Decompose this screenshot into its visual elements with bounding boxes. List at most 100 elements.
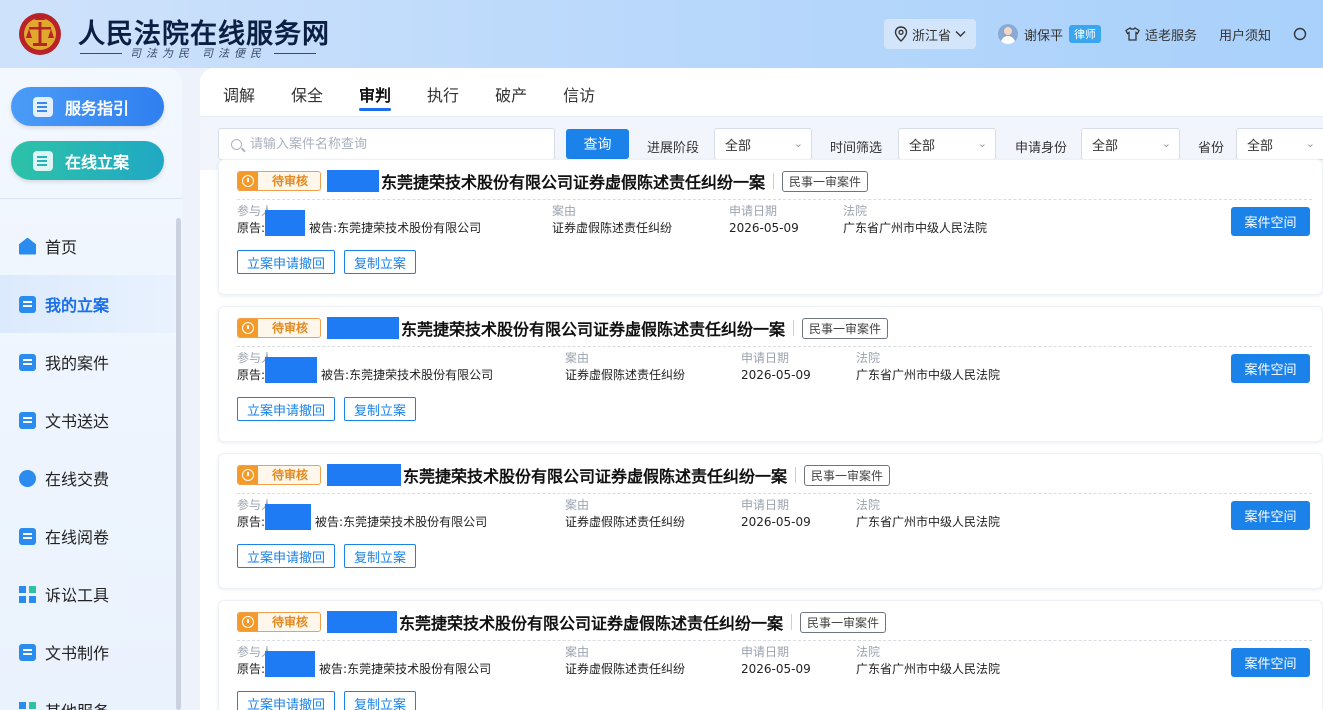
card-actions: 立案申请撤回 复制立案: [237, 250, 417, 274]
grid-icon: [19, 701, 36, 710]
plaintiff-label: 原告:: [237, 368, 266, 382]
sidebar-item-my-filings[interactable]: 我的立案: [0, 275, 176, 333]
copy-filing-button[interactable]: 复制立案: [344, 544, 417, 568]
redacted-plaintiff-block: [265, 651, 316, 677]
province-select[interactable]: 全部 ⌄: [1236, 128, 1323, 160]
search-icon: [231, 138, 242, 150]
case-title[interactable]: 东莞捷荣技术股份有限公司证券虚假陈述责任纠纷一案: [399, 610, 783, 634]
case-type-tabs: 调解 保全 审判 执行 破产 信访: [200, 68, 1323, 117]
redacted-name-block: [327, 170, 380, 192]
more-link[interactable]: [1293, 27, 1323, 41]
tab-execution[interactable]: 执行: [427, 68, 459, 117]
chevron-down-icon: ⌄: [1305, 137, 1315, 150]
court-value: 广东省广州市中级人民法院: [843, 221, 988, 235]
user-role-badge: 律师: [1068, 25, 1101, 43]
redacted-name-block: [327, 317, 400, 339]
redacted-name-block: [327, 611, 398, 633]
copy-filing-button[interactable]: 复制立案: [344, 250, 417, 274]
withdraw-filing-button[interactable]: 立案申请撤回: [237, 691, 336, 710]
cause-col: 案由 证券虚假陈述责任纠纷: [565, 645, 685, 677]
search-box: [218, 128, 555, 160]
search-input[interactable]: [250, 136, 540, 152]
top-header: 人民法院在线服务网 司法为民 司法便民 浙江省 谢保平 律师 适老服务 用户须知: [0, 0, 1323, 68]
sidebar-item-document-service[interactable]: 文书送达: [0, 391, 176, 449]
shirt-icon: [1125, 27, 1140, 41]
case-title[interactable]: 东莞捷荣技术股份有限公司证券虚假陈述责任纠纷一案: [401, 316, 785, 340]
case-card: 待审核 东莞捷荣技术股份有限公司证券虚假陈述责任纠纷一案 民事一审案件 参与人 …: [218, 453, 1323, 589]
participants-value: 原告: 被告: 东莞捷荣技术股份有限公司: [237, 210, 482, 236]
withdraw-filing-button[interactable]: 立案申请撤回: [237, 397, 336, 421]
sidebar-divider: [0, 198, 182, 199]
sidebar-item-label: 文书制作: [45, 644, 110, 663]
chevron-down-icon: ⌄: [793, 137, 803, 150]
date-label: 申请日期: [729, 204, 778, 218]
participants-value: 原告: 被告: 东莞捷荣技术股份有限公司: [237, 504, 487, 530]
tab-petition[interactable]: 信访: [563, 68, 595, 117]
participants-col: 参与人 原告: 被告: 东莞捷荣技术股份有限公司: [237, 645, 491, 677]
elderly-service-link[interactable]: 适老服务: [1125, 25, 1197, 44]
sidebar-item-my-cases[interactable]: 我的案件: [0, 333, 176, 391]
tab-preservation[interactable]: 保全: [291, 68, 323, 117]
status-label: 待审核: [258, 613, 321, 631]
sidebar-item-online-payment[interactable]: 在线交费: [0, 449, 176, 507]
province-select-value: 全部: [1247, 138, 1274, 154]
case-card-header: 待审核 东莞捷荣技术股份有限公司证券虚假陈述责任纠纷一案 民事一审案件: [237, 609, 887, 635]
sidebar-item-document-making[interactable]: 文书制作: [0, 623, 176, 681]
avatar: [997, 24, 1018, 44]
card-divider: [237, 199, 1312, 200]
case-card: 待审核 东莞捷荣技术股份有限公司证券虚假陈述责任纠纷一案 民事一审案件 参与人 …: [218, 159, 1323, 295]
defendant-label: 被告:: [315, 515, 344, 529]
clock-icon: [238, 172, 258, 190]
user-notice-link[interactable]: 用户须知: [1219, 25, 1271, 44]
clipboard-icon: [19, 527, 36, 545]
online-filing-button[interactable]: 在线立案: [11, 141, 164, 180]
case-title[interactable]: 东莞捷荣技术股份有限公司证券虚假陈述责任纠纷一案: [381, 169, 765, 193]
copy-filing-button[interactable]: 复制立案: [344, 397, 417, 421]
case-type-tag: 民事一审案件: [800, 611, 887, 633]
user-profile[interactable]: 谢保平 律师: [997, 24, 1101, 44]
case-space-button[interactable]: 案件空间: [1231, 648, 1310, 677]
service-guide-button[interactable]: 服务指引: [11, 87, 164, 126]
cause-label: 案由: [565, 498, 590, 512]
region-selector[interactable]: 浙江省: [883, 19, 976, 49]
court-label: 法院: [856, 351, 881, 365]
status-label: 待审核: [258, 172, 321, 190]
case-title[interactable]: 东莞捷荣技术股份有限公司证券虚假陈述责任纠纷一案: [403, 463, 787, 487]
slogan-right: 司法便民: [202, 47, 266, 60]
stage-filter-label: 进展阶段: [647, 141, 700, 156]
clock-icon: [238, 319, 258, 337]
date-label: 申请日期: [741, 351, 790, 365]
tab-bankruptcy[interactable]: 破产: [495, 68, 527, 117]
defendant-value: 东莞捷荣技术股份有限公司: [337, 221, 482, 235]
court-col: 法院 广东省广州市中级人民法院: [843, 204, 987, 236]
sidebar-item-other-services[interactable]: 其他服务 ⌄: [0, 681, 176, 710]
withdraw-filing-button[interactable]: 立案申请撤回: [237, 544, 336, 568]
date-value: 2026-05-09: [729, 221, 799, 235]
card-divider: [237, 346, 1312, 347]
copy-filing-button[interactable]: 复制立案: [344, 691, 417, 710]
date-col: 申请日期 2026-05-09: [741, 351, 811, 383]
sidebar-item-home[interactable]: 首页: [0, 217, 176, 275]
sidebar-item-label: 我的案件: [45, 354, 110, 373]
sidebar-scrollbar[interactable]: [176, 218, 181, 710]
time-select[interactable]: 全部 ⌄: [898, 128, 996, 160]
redacted-plaintiff-block: [265, 357, 318, 383]
sidebar-item-litigation-tools[interactable]: 诉讼工具: [0, 565, 176, 623]
stage-select[interactable]: 全部 ⌄: [714, 128, 812, 160]
sidebar-item-online-review[interactable]: 在线阅卷: [0, 507, 176, 565]
status-badge: 待审核: [237, 318, 322, 338]
case-type-tag: 民事一审案件: [782, 170, 869, 192]
tab-trial[interactable]: 审判: [359, 68, 392, 117]
withdraw-filing-button[interactable]: 立案申请撤回: [237, 250, 336, 274]
query-button[interactable]: 查询: [566, 129, 629, 159]
tab-mediation[interactable]: 调解: [223, 68, 255, 117]
divider: [793, 320, 795, 336]
elderly-service-label: 适老服务: [1144, 28, 1197, 44]
cause-col: 案由 证券虚假陈述责任纠纷: [565, 351, 685, 383]
status-badge: 待审核: [237, 612, 322, 632]
case-space-button[interactable]: 案件空间: [1231, 354, 1310, 383]
identity-select[interactable]: 全部 ⌄: [1081, 128, 1180, 160]
case-space-button[interactable]: 案件空间: [1231, 501, 1310, 530]
case-card: 待审核 东莞捷荣技术股份有限公司证券虚假陈述责任纠纷一案 民事一审案件 参与人 …: [218, 600, 1323, 710]
case-space-button[interactable]: 案件空间: [1231, 207, 1310, 236]
